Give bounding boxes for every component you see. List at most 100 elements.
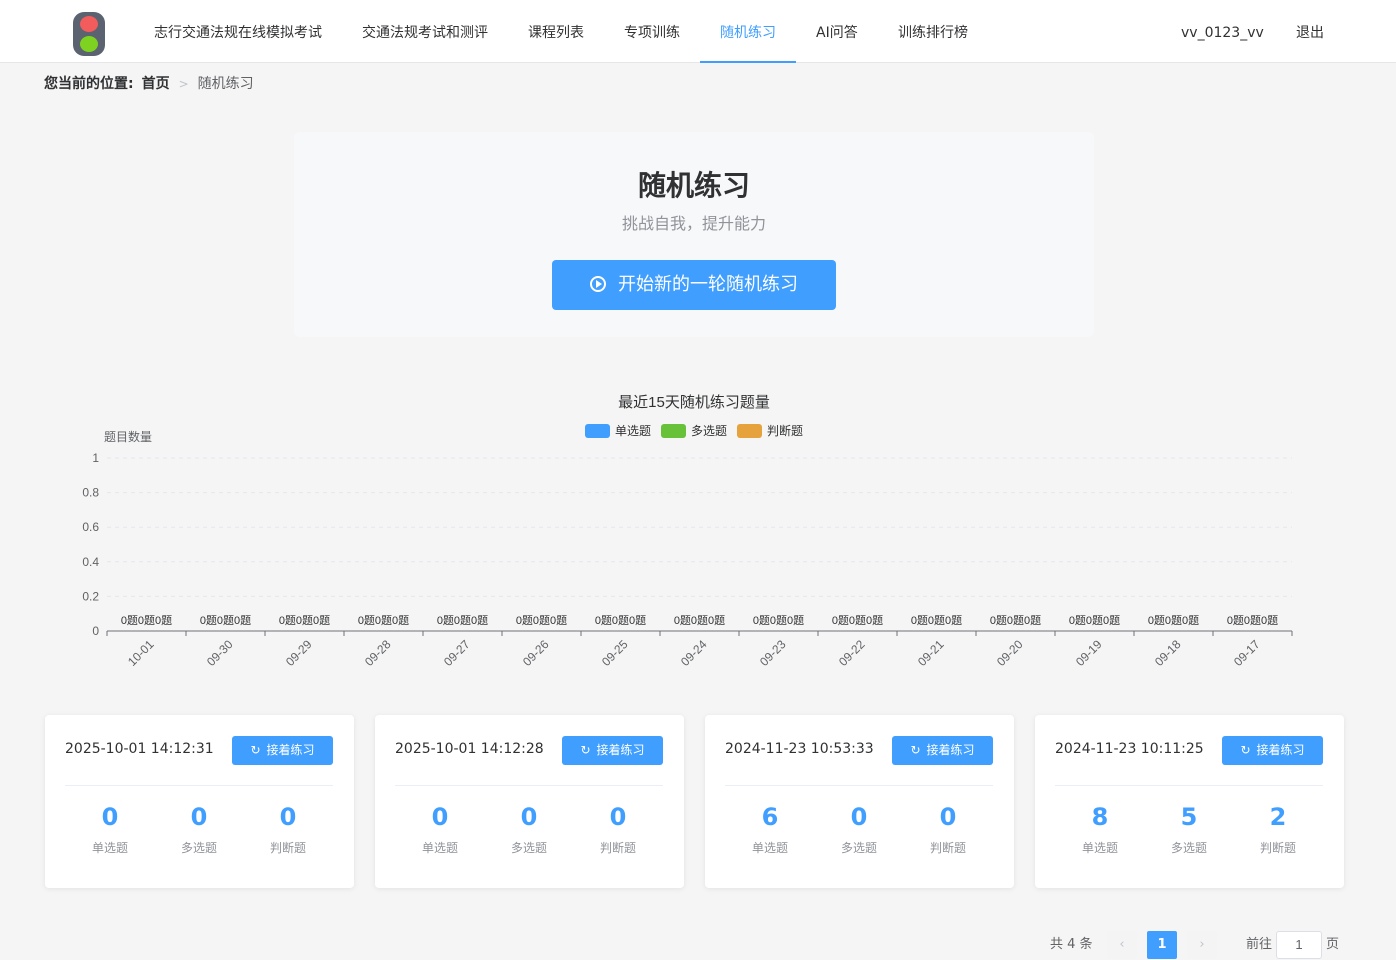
nav-item-home[interactable]: 志行交通法规在线模拟考试	[154, 0, 322, 63]
x-tick-label: 09-29	[283, 637, 315, 669]
data-label: 0题0题0题	[358, 614, 409, 627]
data-label: 0题0题0题	[990, 614, 1041, 627]
nav-item-exam[interactable]: 交通法规考试和测评	[362, 0, 488, 63]
stat-single-label: 单选题	[91, 841, 128, 855]
pagination-goto-input[interactable]	[1276, 931, 1322, 959]
nav-item-courses[interactable]: 课程列表	[528, 0, 584, 63]
x-tick-label: 09-25	[599, 637, 631, 669]
card-divider	[65, 785, 333, 786]
username[interactable]: vv_0123_vv	[1181, 0, 1264, 63]
stat-judge-count: 0	[279, 803, 297, 831]
page-title: 随机练习	[637, 169, 750, 202]
continue-practice-button[interactable]: ↻ 接着练习	[232, 736, 333, 765]
pagination-page-suffix: 页	[1326, 937, 1340, 952]
chart-svg: 最近15天随机练习题量单选题 多选题 判断题 题目数量 0 0.2 0.4 0.6 0.8 1 0题…	[82, 394, 1293, 669]
y-axis-label: 题目数量	[104, 429, 152, 444]
stat-judge-label: 判断题	[929, 841, 966, 855]
continue-practice-label: 接着练习	[926, 743, 975, 757]
record-card: 2025-10-01 14:12:31 ↻ 接着练习 0 单选题 0 多选题 0 判断题	[45, 715, 354, 888]
stat-judge: 0 判断题	[248, 801, 328, 856]
pagination-current-page[interactable]: 1	[1147, 931, 1177, 959]
data-label: 0题0题0题	[121, 614, 172, 627]
refresh-icon: ↻	[1240, 743, 1251, 757]
nav-item-special-training[interactable]: 专项训练	[624, 0, 680, 63]
stat-multi-label: 多选题	[1170, 841, 1207, 855]
x-tick-label: 09-28	[362, 637, 394, 669]
stat-multi-label: 多选题	[840, 841, 877, 855]
chart-title: 最近15天随机练习题量	[618, 394, 770, 411]
stat-judge: 0 判断题	[908, 801, 988, 856]
continue-practice-label: 接着练习	[1256, 743, 1305, 757]
stat-judge-count: 2	[1269, 803, 1287, 831]
record-card: 2024-11-23 10:53:33 ↻ 接着练习 6 单选题 0 多选题 0 判断题	[705, 715, 1014, 888]
stat-judge: 2 判断题	[1238, 801, 1318, 856]
x-tick-label: 09-24	[678, 637, 710, 669]
stat-judge: 0 判断题	[578, 801, 658, 856]
stat-multi-count: 0	[850, 803, 868, 831]
legend-label: 多选题	[691, 424, 727, 438]
breadcrumb: 您当前的位置: 首页 > 随机练习	[44, 74, 254, 94]
continue-practice-button[interactable]: ↻ 接着练习	[892, 736, 993, 765]
data-label: 0题0题0题	[437, 614, 488, 627]
stat-judge-label: 判断题	[1259, 841, 1296, 855]
practice-chart: 最近15天随机练习题量 单选题 多选题 判断题 题目数量 0 0.2 0.4 0.6 0.8 1 0题…	[0, 380, 1396, 680]
stat-single: 6 单选题	[730, 801, 810, 856]
card-divider	[1055, 785, 1323, 786]
stat-single: 0 单选题	[70, 801, 150, 856]
x-tick-label: 09-23	[757, 637, 789, 669]
y-tick-label: 0.4	[82, 555, 99, 569]
data-label: 0题0题0题	[1069, 614, 1120, 627]
stat-multi: 0 多选题	[159, 801, 239, 856]
x-tick-label: 09-21	[915, 637, 947, 669]
legend-label: 单选题	[615, 424, 651, 438]
legend-swatch	[737, 424, 762, 438]
nav-active-indicator	[700, 61, 796, 63]
record-card: 2024-11-23 10:11:25 ↻ 接着练习 8 单选题 5 多选题 2 判断题	[1035, 715, 1344, 888]
continue-practice-button[interactable]: ↻ 接着练习	[562, 736, 663, 765]
y-tick-label: 0.6	[82, 520, 99, 534]
nav-item-random-practice[interactable]: 随机练习	[720, 0, 776, 63]
legend-swatch	[661, 424, 686, 438]
stat-multi-count: 0	[520, 803, 538, 831]
top-header: 志行交通法规在线模拟考试 交通法规考试和测评 课程列表 专项训练 随机练习 AI…	[0, 0, 1396, 63]
x-tick-label: 09-30	[204, 637, 236, 669]
data-label: 0题0题0题	[516, 614, 567, 627]
stat-single-label: 单选题	[421, 841, 458, 855]
stat-judge-count: 0	[939, 803, 957, 831]
continue-practice-button[interactable]: ↻ 接着练习	[1222, 736, 1323, 765]
refresh-icon: ↻	[910, 743, 921, 757]
chevron-left-icon[interactable]: ‹	[1107, 931, 1137, 959]
stat-multi-label: 多选题	[510, 841, 547, 855]
logout-link[interactable]: 退出	[1296, 0, 1324, 63]
data-label: 0题0题0题	[279, 614, 330, 627]
data-label: 0题0题0题	[200, 614, 251, 627]
data-label: 0题0题0题	[753, 614, 804, 627]
data-label: 0题0题0题	[832, 614, 883, 627]
x-tick-label: 09-20	[994, 637, 1026, 669]
x-tick-label: 09-26	[520, 637, 552, 669]
y-tick-label: 0	[92, 624, 99, 638]
nav-item-leaderboard[interactable]: 训练排行榜	[898, 0, 968, 63]
stat-single-label: 单选题	[751, 841, 788, 855]
stat-multi: 5 多选题	[1149, 801, 1229, 856]
x-tick-label: 09-19	[1073, 637, 1105, 669]
stat-judge-count: 0	[609, 803, 627, 831]
nav-item-ai-qa[interactable]: AI问答	[816, 0, 858, 63]
play-circle-icon	[590, 276, 606, 292]
data-label: 0题0题0题	[1148, 614, 1199, 627]
record-time: 2025-10-01 14:12:31	[65, 741, 214, 757]
data-label: 0题0题0题	[674, 614, 725, 627]
stat-single: 8 单选题	[1060, 801, 1140, 856]
continue-practice-label: 接着练习	[596, 743, 645, 757]
x-tick-label: 09-17	[1231, 637, 1263, 669]
breadcrumb-home[interactable]: 首页	[142, 76, 170, 92]
start-practice-button[interactable]: 开始新的一轮随机练习	[552, 260, 836, 310]
chevron-right-icon[interactable]: ›	[1187, 931, 1217, 959]
record-time: 2024-11-23 10:53:33	[725, 741, 874, 757]
x-tick-label: 09-27	[441, 637, 473, 669]
stat-single: 0 单选题	[400, 801, 480, 856]
y-tick-label: 0.2	[82, 589, 99, 603]
page-subtitle: 挑战自我，提升能力	[621, 214, 766, 233]
chevron-right-icon: >	[178, 77, 189, 91]
stat-single-label: 单选题	[1081, 841, 1118, 855]
